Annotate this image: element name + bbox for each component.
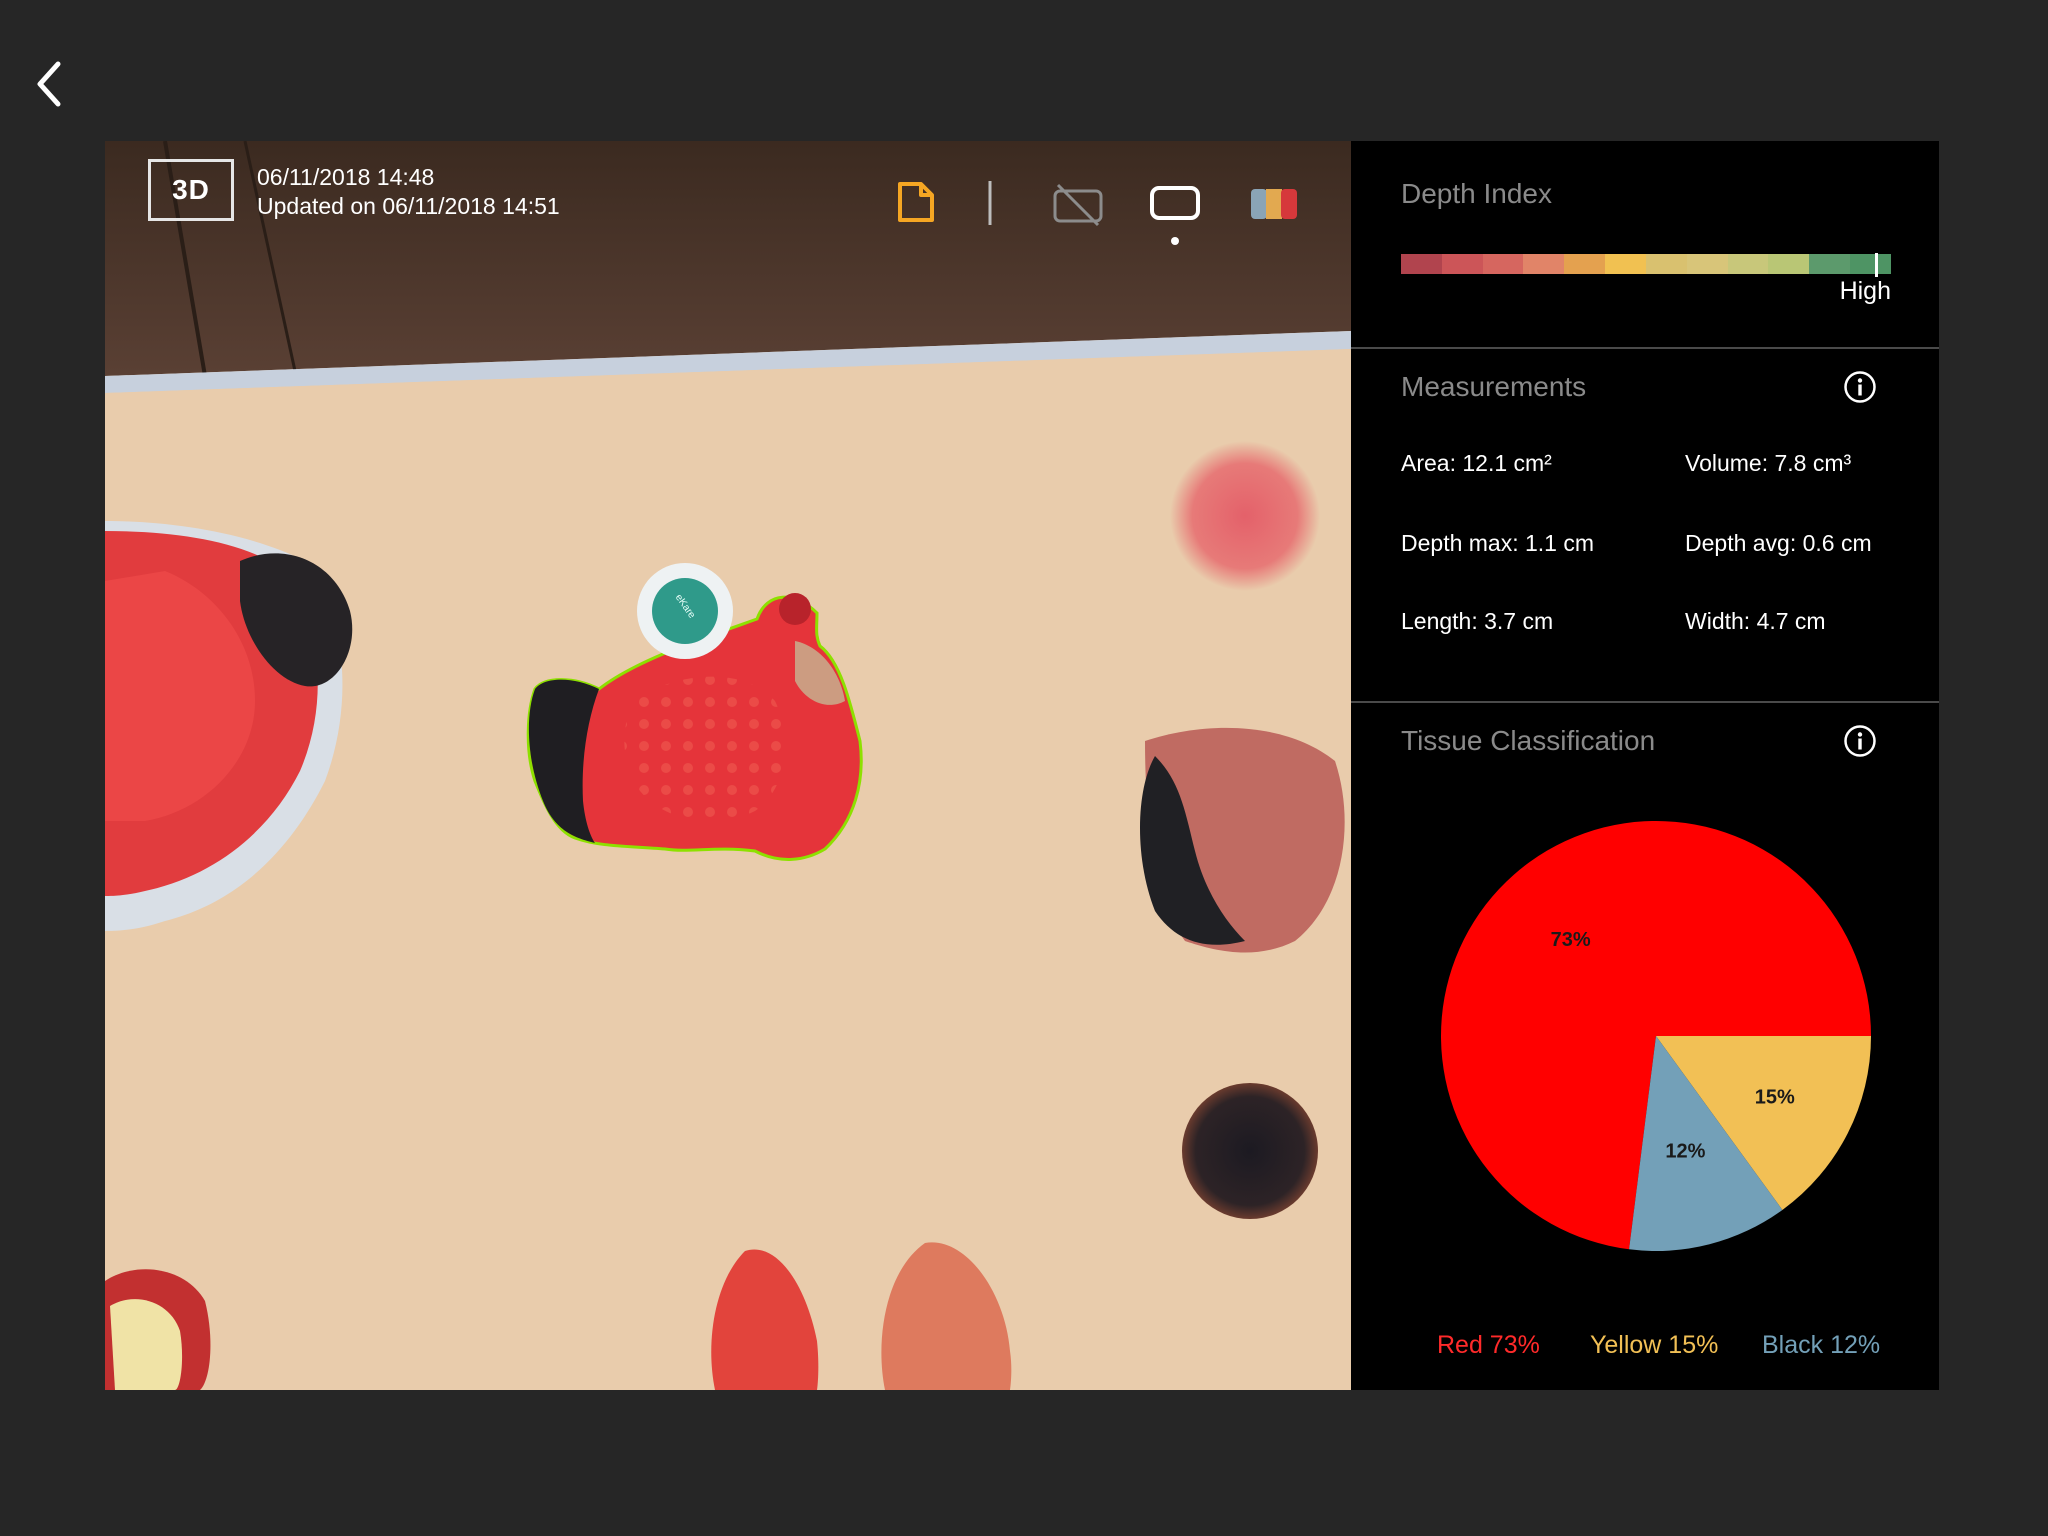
analysis-panel: Depth Index High Measurements Area: 12.1… xyxy=(1351,141,1939,1390)
pie-slice-label: 73% xyxy=(1551,929,1591,951)
depth-index-segment xyxy=(1727,254,1769,274)
depth-index-segment xyxy=(1482,254,1524,274)
info-icon[interactable] xyxy=(1843,724,1877,758)
toolbar-divider xyxy=(987,179,993,227)
depth-index-segment xyxy=(1850,254,1891,274)
legend-black: Black 12% xyxy=(1762,1331,1881,1359)
measurements-title: Measurements xyxy=(1401,371,1587,402)
3d-view-badge[interactable]: 3D xyxy=(148,159,234,221)
tissue-pie-chart: 73% 15% 12% xyxy=(1436,816,1876,1256)
depth-max-measurement: Depth max: 1.1 cm xyxy=(1401,530,1595,556)
depth-index-segment xyxy=(1605,254,1646,274)
capture-date: 06/11/2018 14:48 xyxy=(257,164,435,190)
legend-red: Red 73% xyxy=(1437,1331,1540,1359)
document-icon[interactable] xyxy=(895,181,937,223)
wound-photo[interactable]: eKare 3D 06/11/2018 14:48 Updated on 06/… xyxy=(105,141,1351,1390)
depth-index-segment xyxy=(1809,254,1851,274)
capture-dates: 06/11/2018 14:48 Updated on 06/11/2018 1… xyxy=(257,163,560,221)
depth-index-segment xyxy=(1768,254,1810,274)
updated-date: Updated on 06/11/2018 14:51 xyxy=(257,193,560,219)
pie-slice-label: 12% xyxy=(1665,1141,1705,1163)
tissue-classification-title: Tissue Classification xyxy=(1401,725,1656,756)
color-bars-icon[interactable] xyxy=(1249,185,1301,221)
depth-index-segment xyxy=(1441,254,1483,274)
no-image-icon[interactable] xyxy=(1052,183,1104,227)
info-icon[interactable] xyxy=(1843,370,1877,404)
chevron-left-icon xyxy=(37,61,61,107)
depth-index-segment xyxy=(1645,254,1687,274)
depth-index-segment xyxy=(1686,254,1728,274)
back-button[interactable] xyxy=(28,58,72,110)
depth-index-bar xyxy=(1401,254,1891,274)
depth-index-segment xyxy=(1401,254,1442,274)
section-divider xyxy=(1351,701,1939,703)
depth-index-segment xyxy=(1564,254,1606,274)
width-measurement: Width: 4.7 cm xyxy=(1685,608,1826,634)
depth-index-segment xyxy=(1523,254,1565,274)
wound-photo-image xyxy=(105,141,1351,1390)
legend-yellow: Yellow 15% xyxy=(1590,1331,1719,1359)
selected-mode-indicator xyxy=(1171,237,1179,245)
depth-index-title: Depth Index xyxy=(1401,178,1552,209)
depth-avg-measurement: Depth avg: 0.6 cm xyxy=(1685,530,1872,556)
depth-index-marker xyxy=(1875,253,1879,277)
outline-frame-icon[interactable] xyxy=(1149,183,1201,223)
length-measurement: Length: 3.7 cm xyxy=(1401,608,1554,634)
depth-high-label: High xyxy=(1839,277,1891,305)
pie-slice-label: 15% xyxy=(1755,1087,1795,1109)
area-measurement: Area: 12.1 cm² xyxy=(1401,450,1552,476)
volume-measurement: Volume: 7.8 cm³ xyxy=(1685,450,1852,476)
section-divider xyxy=(1351,347,1939,349)
